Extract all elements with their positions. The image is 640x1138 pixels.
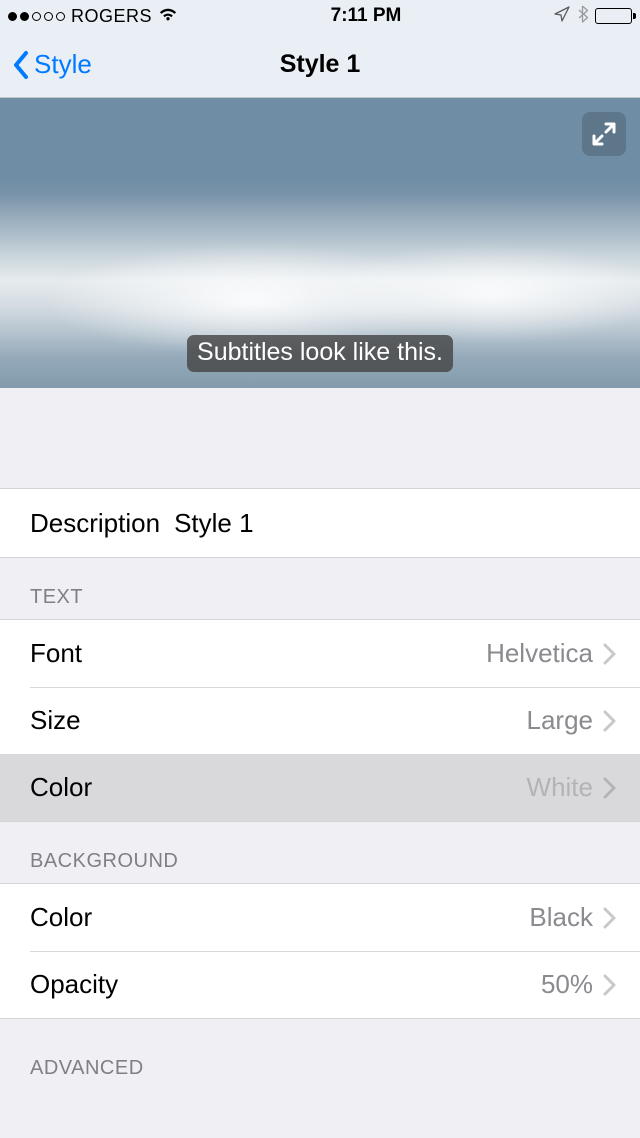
status-right <box>554 5 632 28</box>
chevron-right-icon <box>603 777 616 799</box>
chevron-right-icon <box>603 907 616 929</box>
spacer <box>0 388 640 488</box>
section-header-text: TEXT <box>0 558 640 619</box>
location-icon <box>554 6 570 27</box>
bluetooth-icon <box>577 5 588 28</box>
back-button[interactable]: Style <box>12 49 92 80</box>
description-label: Description <box>30 508 160 539</box>
chevron-right-icon <box>603 643 616 665</box>
section-header-advanced: ADVANCED <box>0 1019 640 1090</box>
font-label: Font <box>30 638 82 669</box>
bg-color-label: Color <box>30 902 92 933</box>
description-value: Style 1 <box>174 508 254 539</box>
expand-button[interactable] <box>582 112 626 156</box>
subtitle-sample: Subtitles look like this. <box>187 335 453 372</box>
font-row[interactable]: Font Helvetica <box>0 620 640 687</box>
chevron-right-icon <box>603 710 616 732</box>
size-row[interactable]: Size Large <box>0 687 640 754</box>
size-value: Large <box>527 705 594 736</box>
size-label: Size <box>30 705 81 736</box>
wifi-icon <box>158 6 178 27</box>
text-color-row[interactable]: Color White <box>0 754 640 821</box>
font-value: Helvetica <box>486 638 593 669</box>
expand-icon <box>591 121 617 147</box>
text-color-label: Color <box>30 772 92 803</box>
bg-color-row[interactable]: Color Black <box>0 884 640 951</box>
opacity-value: 50% <box>541 969 593 1000</box>
description-row[interactable]: Description Style 1 <box>0 489 640 557</box>
opacity-row[interactable]: Opacity 50% <box>0 951 640 1018</box>
page-title: Style 1 <box>0 50 640 79</box>
subtitle-preview: Subtitles look like this. <box>0 98 640 388</box>
back-label: Style <box>34 49 92 80</box>
signal-strength-icon <box>8 12 65 21</box>
nav-bar: Style Style 1 <box>0 32 640 98</box>
status-left: ROGERS <box>8 6 178 27</box>
carrier-label: ROGERS <box>71 6 152 27</box>
battery-icon <box>595 8 632 24</box>
opacity-label: Opacity <box>30 969 118 1000</box>
bg-color-value: Black <box>529 902 593 933</box>
chevron-left-icon <box>12 50 30 80</box>
clock: 7:11 PM <box>331 5 402 27</box>
section-header-background: BACKGROUND <box>0 822 640 883</box>
status-bar: ROGERS 7:11 PM <box>0 0 640 32</box>
chevron-right-icon <box>603 974 616 996</box>
text-color-value: White <box>527 772 593 803</box>
